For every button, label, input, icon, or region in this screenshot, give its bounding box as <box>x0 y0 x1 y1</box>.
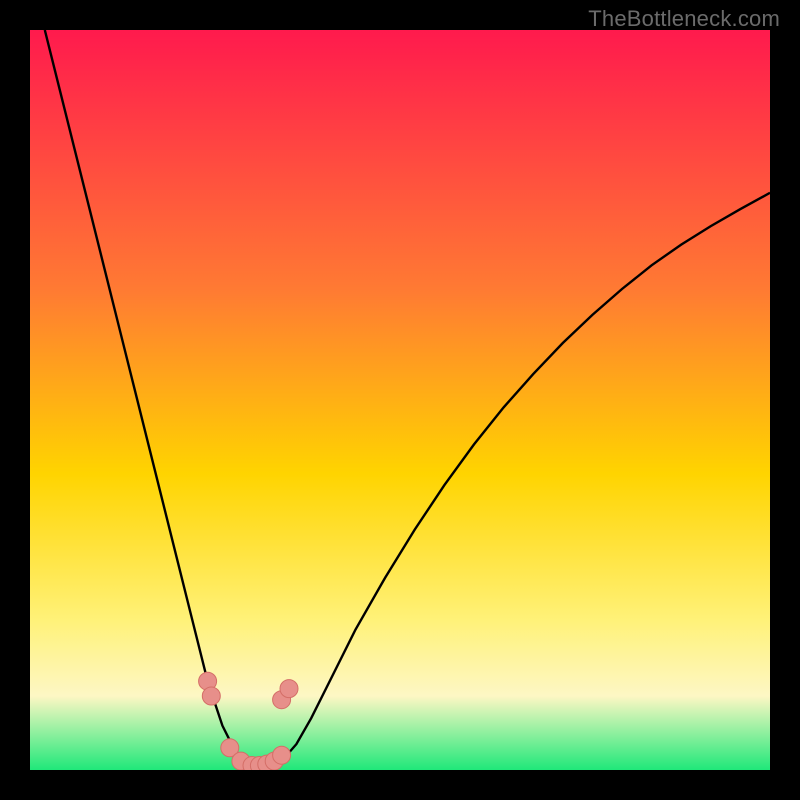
data-marker <box>280 680 298 698</box>
data-marker <box>202 687 220 705</box>
watermark-text: TheBottleneck.com <box>588 6 780 32</box>
gradient-background <box>30 30 770 770</box>
data-marker <box>273 746 291 764</box>
chart-frame <box>30 30 770 770</box>
bottleneck-chart <box>30 30 770 770</box>
